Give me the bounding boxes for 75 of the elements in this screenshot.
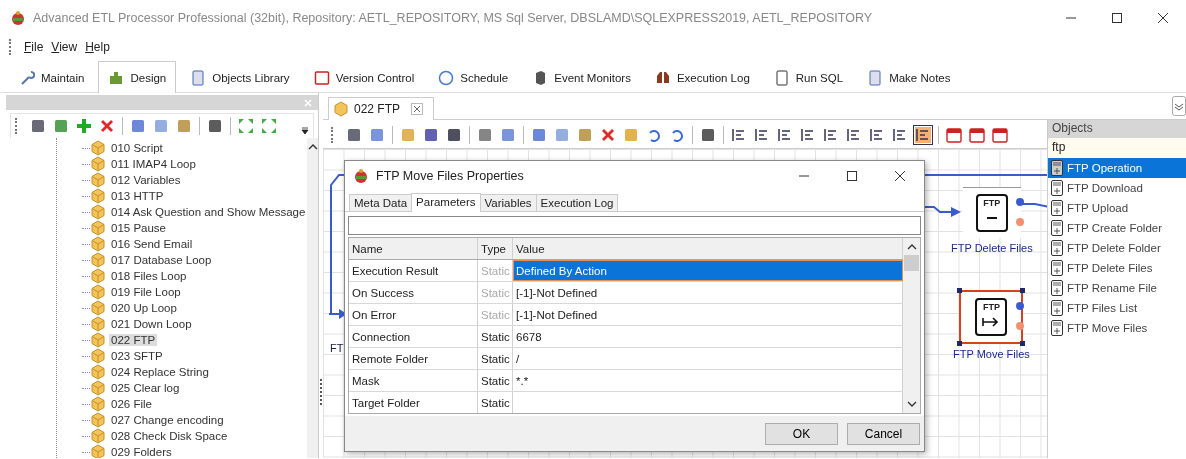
main-tab[interactable]: Maintain (9, 63, 95, 92)
menu-item[interactable]: View (50, 40, 79, 54)
column-header[interactable]: Name (349, 238, 478, 259)
object-item[interactable]: FTP Create Folder (1048, 218, 1186, 238)
tree-item[interactable]: 028 Check Disk Space (109, 430, 230, 442)
tree-item[interactable]: 024 Replace String (109, 366, 211, 378)
main-tab[interactable]: Design (98, 61, 177, 93)
node-label: FTP Delete Files (951, 242, 1033, 254)
dialog-tab[interactable]: Execution Log (535, 194, 619, 211)
column-header[interactable]: Type (478, 238, 513, 259)
tree-item[interactable]: 013 HTTP (109, 190, 166, 202)
document-tab[interactable]: 022 FTP (328, 97, 435, 120)
object-item[interactable]: FTP Files List (1048, 298, 1186, 318)
tree-item[interactable]: 029 Folders (109, 446, 174, 458)
object-item[interactable]: FTP Delete Folder (1048, 238, 1186, 258)
main-tab[interactable]: Execution Log (644, 63, 760, 92)
object-item[interactable]: FTP Move Files (1048, 318, 1186, 338)
table-cell: Static (478, 348, 513, 369)
table-cell: Static (478, 304, 513, 325)
menu-item[interactable]: File (23, 40, 45, 54)
window-title: Advanced ETL Processor Professional (32bit), Repository: AETL_REPOSITORY, MS Sql Server, DBSLAMD\SQLEXPRESS2019, AETL_REPOSITORY (33, 10, 874, 25)
tree-item[interactable]: 016 Send Email (109, 238, 195, 250)
main-tab[interactable]: Event Monitors (522, 63, 641, 92)
table-cell: Static (478, 370, 513, 391)
ftp-icon: FTP (975, 298, 1008, 336)
menu-item[interactable]: Help (84, 40, 111, 54)
table-cell: Mask (349, 370, 478, 391)
tree-item[interactable]: 019 File Loop (109, 286, 183, 298)
table-cell: Static (478, 326, 513, 347)
node-label: FTP Move Files (953, 348, 1030, 360)
table-cell: Static (478, 282, 513, 303)
dialog-tab[interactable]: Parameters (411, 193, 481, 212)
main-tab[interactable]: Run SQL (763, 63, 854, 92)
main-tab[interactable]: Objects Library (180, 63, 300, 92)
table-cell: Target Folder (349, 392, 478, 413)
object-item[interactable]: FTP Rename File (1048, 278, 1186, 298)
table-cell: Execution Result (349, 260, 478, 281)
tree-item[interactable]: 025 Clear log (109, 382, 182, 394)
search-field[interactable]: ftp (1048, 138, 1186, 158)
table-cell: On Success (349, 282, 478, 303)
dialog-title: FTP Move Files Properties (376, 168, 525, 183)
object-item[interactable]: FTP Operation (1048, 158, 1186, 178)
table-cell: Connection (349, 326, 478, 347)
table-cell: Static (478, 392, 513, 413)
tree-item[interactable]: 011 IMAP4 Loop (109, 158, 198, 170)
main-tab[interactable]: Version Control (303, 63, 425, 92)
tree-item[interactable]: 026 File (109, 398, 154, 410)
ok-button[interactable]: OK (765, 422, 838, 445)
main-tab[interactable]: Schedule (428, 63, 519, 92)
flow-node[interactable]: FTP (959, 290, 1024, 344)
tree-item[interactable]: 023 SFTP (109, 350, 165, 362)
main-tab[interactable]: Make Notes (857, 63, 961, 92)
tree-item[interactable]: 012 Variables (109, 174, 183, 186)
tree-item[interactable]: 020 Up Loop (109, 302, 179, 314)
object-item[interactable]: FTP Download (1048, 178, 1186, 198)
ftp-icon: FTP (975, 194, 1008, 232)
tree-item[interactable]: 017 Database Loop (109, 254, 214, 266)
object-item[interactable]: FTP Upload (1048, 198, 1186, 218)
tree-item[interactable]: 018 Files Loop (109, 270, 189, 282)
cancel-button[interactable]: Cancel (847, 422, 920, 445)
flow-node[interactable]: FTP (962, 187, 1021, 238)
tree-item[interactable]: 021 Down Loop (109, 318, 194, 330)
node-label: FT (330, 342, 344, 354)
panel-header: Objects (1048, 120, 1186, 138)
tree-item[interactable]: 022 FTP (109, 334, 158, 346)
table-cell[interactable]: Defined By Action (513, 260, 903, 281)
tree-item[interactable]: 027 Change encoding (109, 414, 226, 426)
table-cell: On Error (349, 304, 478, 325)
tree-item[interactable]: 014 Ask Question and Show Message (109, 206, 308, 218)
dialog-tab[interactable]: Variables (479, 194, 537, 211)
tree-item[interactable]: 015 Pause (109, 222, 168, 234)
object-item[interactable]: FTP Delete Files (1048, 258, 1186, 278)
table-cell: Remote Folder (349, 348, 478, 369)
dialog-tab[interactable]: Meta Data (349, 194, 413, 211)
tree-item[interactable]: 010 Script (109, 142, 165, 154)
